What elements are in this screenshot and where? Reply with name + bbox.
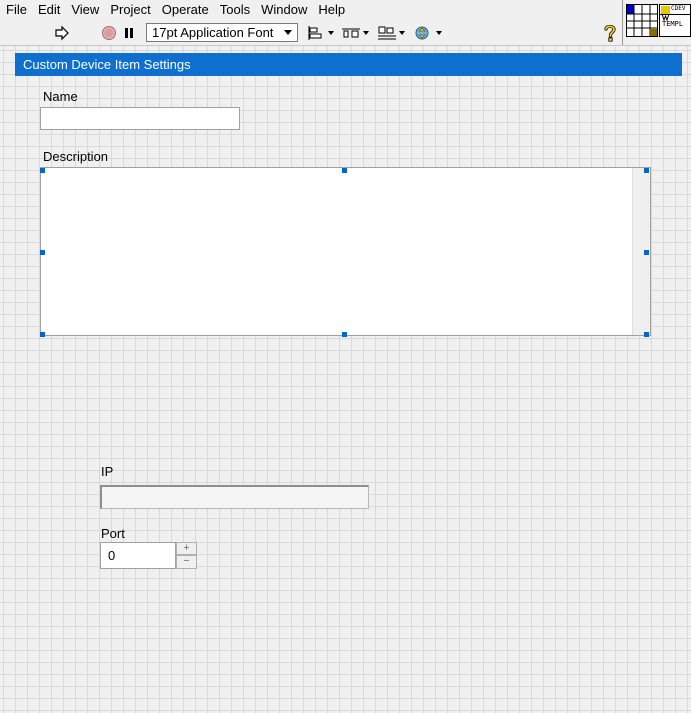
font-selector[interactable]: 17pt Application Font xyxy=(146,23,298,42)
reorder-objects-button[interactable] xyxy=(414,23,442,43)
menu-window[interactable]: Window xyxy=(254,1,307,19)
help-icon xyxy=(604,24,616,42)
selection-handle[interactable] xyxy=(40,250,45,255)
pause-button[interactable] xyxy=(120,23,138,43)
selection-handle[interactable] xyxy=(342,168,347,173)
selection-handle[interactable] xyxy=(342,332,347,337)
menu-tools[interactable]: Tools xyxy=(213,1,250,19)
menu-file[interactable]: File xyxy=(0,1,27,19)
align-objects-button[interactable] xyxy=(306,23,334,43)
chevron-down-icon xyxy=(328,31,334,35)
menu-edit[interactable]: Edit xyxy=(31,1,60,19)
vi-logo-icon xyxy=(661,6,670,22)
panel-title-bar: Custom Device Item Settings xyxy=(15,53,682,76)
pause-icon xyxy=(125,28,133,38)
selection-handle[interactable] xyxy=(644,250,649,255)
distribute-icon xyxy=(342,28,360,38)
menu-help[interactable]: Help xyxy=(311,1,345,19)
toolbar: 17pt Application Font xyxy=(0,20,622,45)
chevron-down-icon xyxy=(436,31,442,35)
menu-operate[interactable]: Operate xyxy=(155,1,209,19)
port-field[interactable]: 0 xyxy=(100,542,176,569)
selection-handle[interactable] xyxy=(40,168,45,173)
vi-icon[interactable]: CDEV TEMPL xyxy=(659,4,691,37)
menu-bar: File Edit View Project Operate Tools Win… xyxy=(0,0,622,20)
selection-handle[interactable] xyxy=(40,332,45,337)
connector-pane-grid-icon xyxy=(627,5,657,36)
abort-icon xyxy=(102,26,116,40)
port-label: Port xyxy=(101,526,125,541)
port-numeric-control: 0 + − xyxy=(100,542,197,569)
selection-handle[interactable] xyxy=(644,332,649,337)
front-panel-canvas: Custom Device Item Settings Name Descrip… xyxy=(0,45,691,713)
run-button[interactable] xyxy=(52,23,72,43)
context-help-button[interactable] xyxy=(601,23,619,43)
vi-icon-area: CDEV TEMPL xyxy=(622,0,691,45)
reorder-icon xyxy=(415,26,429,40)
distribute-objects-button[interactable] xyxy=(341,23,369,43)
labview-front-panel-window: File Edit View Project Operate Tools Win… xyxy=(0,0,691,713)
chevron-down-icon xyxy=(363,31,369,35)
vi-icon-divider xyxy=(660,14,690,15)
connector-pane[interactable] xyxy=(626,4,658,37)
ip-label: IP xyxy=(101,464,114,479)
vi-icon-text-top: CDEV xyxy=(671,5,686,12)
menu-view[interactable]: View xyxy=(64,1,99,19)
resize-icon xyxy=(378,26,396,40)
selection-handle[interactable] xyxy=(644,168,649,173)
name-field[interactable] xyxy=(40,107,240,130)
menu-project[interactable]: Project xyxy=(103,1,150,19)
chevron-down-icon xyxy=(399,31,405,35)
description-label: Description xyxy=(43,149,109,164)
name-label: Name xyxy=(43,89,78,104)
port-decrement-button[interactable]: − xyxy=(176,555,197,569)
run-arrow-icon xyxy=(55,25,69,41)
description-field[interactable] xyxy=(40,167,651,336)
ip-field[interactable] xyxy=(100,485,369,509)
font-selector-value: 17pt Application Font xyxy=(152,25,274,40)
port-increment-button[interactable]: + xyxy=(176,542,197,555)
resize-objects-button[interactable] xyxy=(377,23,405,43)
align-icon xyxy=(308,26,322,40)
vi-icon-text-main: TEMPL xyxy=(662,20,684,28)
chevron-down-icon xyxy=(284,30,292,35)
abort-button[interactable] xyxy=(99,23,119,43)
